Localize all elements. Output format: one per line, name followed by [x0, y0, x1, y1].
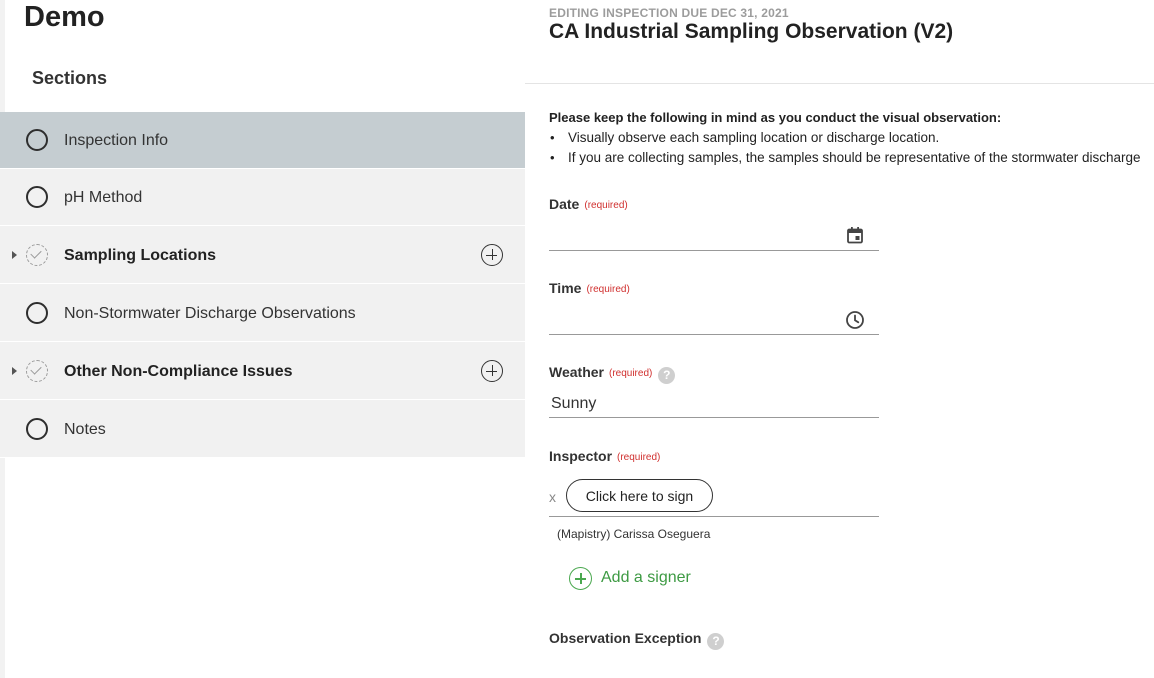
- help-icon[interactable]: ?: [707, 633, 725, 650]
- intro-heading: Please keep the following in mind as you…: [549, 110, 1002, 125]
- intro-bullet-list: Visually observe each sampling location …: [549, 130, 1141, 170]
- expand-caret-icon[interactable]: [12, 251, 17, 259]
- form-panel: EDITING INSPECTION DUE DEC 31, 2021 CA I…: [525, 0, 1154, 678]
- observation-exception-label-text: Observation Exception: [549, 630, 702, 646]
- weather-value[interactable]: Sunny: [551, 395, 596, 413]
- section-label: Notes: [64, 421, 106, 438]
- help-icon[interactable]: ?: [658, 367, 676, 384]
- add-plus-circle-icon: [569, 567, 592, 590]
- add-plus-circle-icon[interactable]: [481, 360, 503, 382]
- dashed-check-circle-icon: [26, 244, 48, 266]
- expand-caret-icon[interactable]: [12, 367, 17, 375]
- weather-label-text: Weather: [549, 364, 604, 380]
- dashed-check-circle-icon: [26, 360, 48, 382]
- incomplete-circle-icon: [26, 302, 48, 324]
- section-label: Other Non-Compliance Issues: [64, 363, 293, 380]
- observation-exception-label: Observation Exception?: [549, 630, 725, 650]
- weather-field[interactable]: [549, 417, 879, 418]
- required-badge: (required): [584, 200, 628, 211]
- date-label-text: Date: [549, 196, 580, 212]
- time-label: Time (required): [549, 280, 630, 296]
- section-item-ph-method[interactable]: pH Method: [0, 169, 525, 226]
- calendar-icon[interactable]: [846, 226, 864, 244]
- required-badge: (required): [608, 368, 653, 379]
- time-field[interactable]: [549, 334, 879, 335]
- add-plus-circle-icon[interactable]: [481, 244, 503, 266]
- section-item-sampling-locations[interactable]: Sampling Locations: [0, 226, 525, 284]
- form-title: CA Industrial Sampling Observation (V2): [549, 20, 954, 43]
- section-item-other-non-compliance[interactable]: Other Non-Compliance Issues: [0, 342, 525, 400]
- section-item-inspection-info[interactable]: Inspection Info: [0, 112, 525, 169]
- clock-icon[interactable]: [845, 310, 865, 330]
- add-signer-label: Add a signer: [601, 569, 691, 586]
- intro-bullet: If you are collecting samples, the sampl…: [549, 150, 1141, 170]
- section-label: pH Method: [64, 189, 143, 206]
- signature-x-mark: x: [549, 489, 556, 505]
- intro-bullet: Visually observe each sampling location …: [549, 130, 1141, 150]
- section-item-non-stormwater-discharge[interactable]: Non-Stormwater Discharge Observations: [0, 284, 525, 342]
- click-to-sign-button[interactable]: Click here to sign: [566, 479, 713, 512]
- incomplete-circle-icon: [26, 418, 48, 440]
- required-badge: (required): [586, 284, 630, 295]
- weather-label: Weather (required)?: [549, 364, 676, 384]
- sections-heading: Sections: [32, 68, 108, 88]
- inspector-label-text: Inspector: [549, 448, 613, 464]
- inspection-due-eyebrow: EDITING INSPECTION DUE DEC 31, 2021: [549, 6, 789, 20]
- section-label: Sampling Locations: [64, 247, 217, 264]
- sections-panel: Demo Sections Inspection Info pH Method …: [0, 0, 525, 678]
- app-title: Demo: [24, 1, 105, 33]
- inspector-label: Inspector (required): [549, 448, 660, 464]
- header-divider: [525, 83, 1154, 84]
- date-label: Date (required): [549, 196, 628, 212]
- section-label: Non-Stormwater Discharge Observations: [64, 305, 356, 322]
- signer-name: (Mapistry) Carissa Oseguera: [557, 527, 711, 541]
- time-label-text: Time: [549, 280, 582, 296]
- section-item-notes[interactable]: Notes: [0, 400, 525, 458]
- incomplete-circle-icon: [26, 186, 48, 208]
- incomplete-circle-icon: [26, 129, 48, 151]
- signature-line: [549, 516, 879, 517]
- date-field[interactable]: [549, 250, 879, 251]
- section-label: Inspection Info: [64, 132, 169, 149]
- required-badge: (required): [617, 452, 661, 463]
- section-list: Inspection Info pH Method Sampling Locat…: [0, 112, 525, 458]
